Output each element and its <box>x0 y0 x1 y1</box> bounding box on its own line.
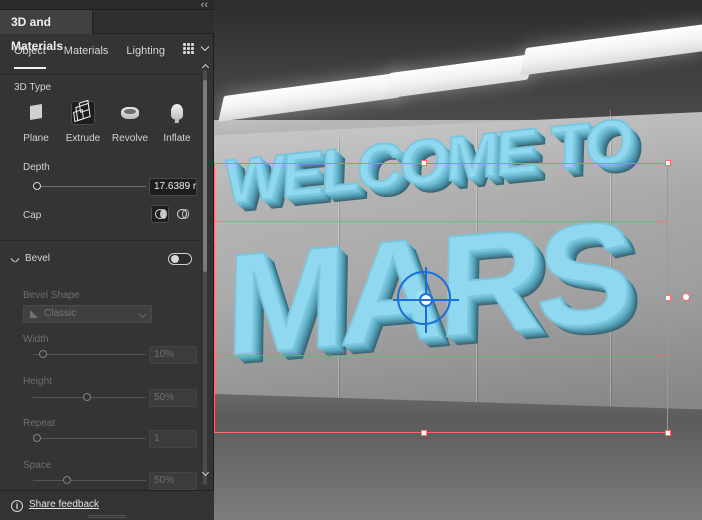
bevel-shape-value: Classic <box>44 308 77 319</box>
bevel-space-thumb[interactable] <box>63 476 71 484</box>
panel-top-bar: ‹‹ <box>0 0 214 11</box>
3d-type-group: Plane Extrude Revolve Inflate <box>10 101 194 151</box>
cap-off-icon <box>177 209 189 219</box>
selection-rotate-handle[interactable] <box>682 293 690 301</box>
panel-tab-strip <box>93 10 214 34</box>
share-feedback-link[interactable]: Share feedback <box>29 499 99 510</box>
extrude-label: Extrude <box>65 133 101 144</box>
3d-materials-panel: ‹‹ 3D and Materials Object Materials Lig… <box>0 0 214 520</box>
rotation-widget-center[interactable] <box>419 293 433 307</box>
info-icon: i <box>11 500 23 512</box>
inflate-icon <box>165 101 189 125</box>
panel-scrollbar[interactable] <box>203 70 207 485</box>
wall-seam-3 <box>610 110 611 410</box>
bevel-shape-icon <box>30 310 38 318</box>
cap-off-button[interactable] <box>173 205 191 223</box>
panel-scroll-thumb[interactable] <box>203 80 207 272</box>
bevel-width-thumb[interactable] <box>39 350 47 358</box>
selection-handle-top-right[interactable] <box>665 160 671 166</box>
selection-handle-top-mid[interactable] <box>421 160 427 166</box>
depth-label: Depth <box>23 162 50 173</box>
depth-field[interactable]: 17.6389 r <box>149 178 197 196</box>
cap-label: Cap <box>23 210 42 221</box>
extrude-button[interactable]: Extrude <box>64 101 102 151</box>
selection-handle-bottom-mid[interactable] <box>421 430 427 436</box>
plane-icon <box>24 101 48 125</box>
bevel-height-thumb[interactable] <box>83 393 91 401</box>
bevel-repeat-thumb[interactable] <box>33 434 41 442</box>
panel-tabs: Object Materials Lighting <box>14 45 165 69</box>
bevel-repeat-slider[interactable] <box>33 432 146 446</box>
panel-resize-grip[interactable] <box>88 515 126 518</box>
bevel-shape-select[interactable]: Classic <box>23 305 152 323</box>
rotation-widget-icon[interactable] <box>393 267 459 333</box>
cap-on-icon <box>155 209 167 219</box>
revolve-button[interactable]: Revolve <box>111 101 149 151</box>
plane-label: Plane <box>23 133 49 144</box>
bevel-label: Bevel <box>25 253 51 264</box>
revolve-icon <box>118 101 142 125</box>
bevel-width-field[interactable]: 10% <box>149 346 197 364</box>
bevel-space-track <box>33 480 146 481</box>
bevel-repeat-track <box>33 438 146 439</box>
bevel-toggle[interactable] <box>168 253 192 265</box>
bevel-height-field[interactable]: 50% <box>149 389 197 407</box>
bevel-width-slider[interactable] <box>33 348 146 362</box>
revolve-label: Revolve <box>111 133 149 144</box>
section-divider-1 <box>0 74 214 75</box>
bevel-repeat-field[interactable]: 1 <box>149 430 197 448</box>
panel-content: Object Materials Lighting 3D Type Plane … <box>0 34 214 490</box>
wall-seam-1 <box>338 138 339 404</box>
depth-slider-thumb[interactable] <box>33 182 41 190</box>
app-window: WELCOME TO MARS ‹‹ 3D and Materials Obje… <box>0 0 702 520</box>
inflate-label: Inflate <box>163 133 191 144</box>
tab-object[interactable]: Object <box>14 45 46 69</box>
inflate-button[interactable]: Inflate <box>158 101 196 151</box>
panel-footer: i Share feedback <box>0 490 214 520</box>
chevron-down-icon <box>11 255 19 263</box>
bevel-space-label: Space <box>23 460 52 471</box>
tab-lighting[interactable]: Lighting <box>126 45 165 65</box>
bevel-space-slider[interactable] <box>33 474 146 488</box>
selection-handle-mid-right[interactable] <box>665 295 671 301</box>
bevel-space-field[interactable]: 50% <box>149 472 197 490</box>
bevel-repeat-label: Repeat <box>23 418 56 429</box>
bevel-width-label: Width <box>23 334 49 345</box>
tab-materials[interactable]: Materials <box>64 45 109 65</box>
scroll-up-icon[interactable] <box>201 62 209 70</box>
tab-tools <box>183 43 209 54</box>
chevron-down-icon[interactable] <box>201 45 209 53</box>
extrude-icon <box>71 101 95 125</box>
bevel-height-label: Height <box>23 376 52 387</box>
section-divider-2 <box>0 240 214 241</box>
cap-on-button[interactable] <box>151 205 169 223</box>
section-title-3d-type: 3D Type <box>14 82 52 93</box>
bevel-shape-label: Bevel Shape <box>23 290 80 301</box>
depth-slider[interactable] <box>33 180 146 194</box>
plane-button[interactable]: Plane <box>17 101 55 151</box>
wall-seam-2 <box>476 126 477 402</box>
render-grid-icon[interactable] <box>183 43 194 54</box>
bevel-width-track <box>33 354 146 355</box>
scroll-down-icon[interactable] <box>201 470 209 478</box>
panel-title-tab[interactable]: 3D and Materials <box>0 10 93 53</box>
depth-slider-track <box>33 186 146 187</box>
selection-handle-bottom-right[interactable] <box>665 430 671 436</box>
background-wall <box>214 112 702 402</box>
bevel-section-header[interactable]: Bevel <box>11 253 50 264</box>
bevel-height-slider[interactable] <box>33 391 146 405</box>
